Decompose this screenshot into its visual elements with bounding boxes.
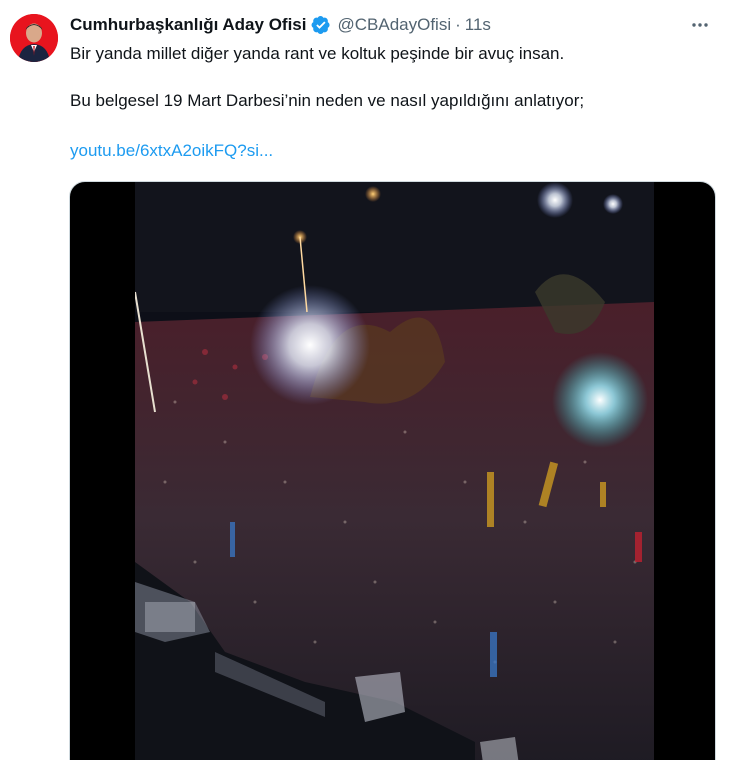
more-options-button[interactable]: [686, 13, 714, 37]
tweet-header: Cumhurbaşkanlığı Aday Ofisi @CBAdayOfisi…: [70, 13, 720, 37]
tweet-text-line-1: Bir yanda millet diğer yanda rant ve kol…: [70, 44, 565, 63]
video-card[interactable]: [69, 181, 716, 760]
youtube-link[interactable]: youtu.be/6xtxA2oikFQ?si...: [70, 140, 273, 162]
avatar[interactable]: [10, 14, 58, 62]
verified-badge-icon: [312, 16, 331, 34]
avatar-portrait-icon: [10, 14, 58, 62]
crowd-night-image: [135, 182, 654, 760]
video-thumbnail[interactable]: [135, 182, 654, 760]
separator-dot: ·: [455, 15, 461, 34]
tweet-text-line-2: Bu belgesel 19 Mart Darbesi’nin neden ve…: [70, 91, 585, 110]
timestamp[interactable]: 11s: [465, 15, 491, 35]
author-name[interactable]: Cumhurbaşkanlığı Aday Ofisi: [70, 15, 306, 35]
author-handle[interactable]: @CBAdayOfisi: [337, 15, 451, 35]
more-horizontal-icon: [692, 23, 708, 27]
